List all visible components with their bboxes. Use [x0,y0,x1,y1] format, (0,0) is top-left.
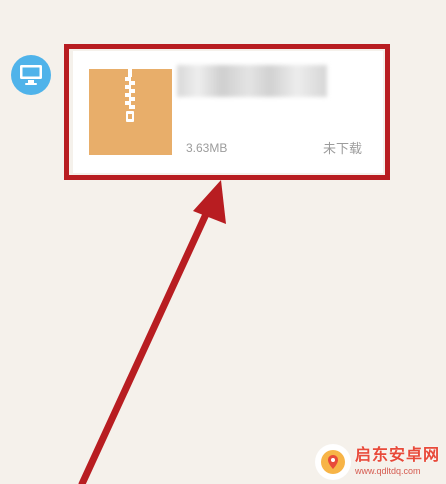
site-watermark: 启东安卓网 www.qdltdq.com [315,442,443,482]
watermark-title: 启东安卓网 [355,447,441,464]
watermark-url: www.qdltdq.com [355,466,421,476]
location-pin-icon [321,450,345,474]
red-annotation-arrow [78,180,226,484]
watermark-logo [315,444,351,480]
